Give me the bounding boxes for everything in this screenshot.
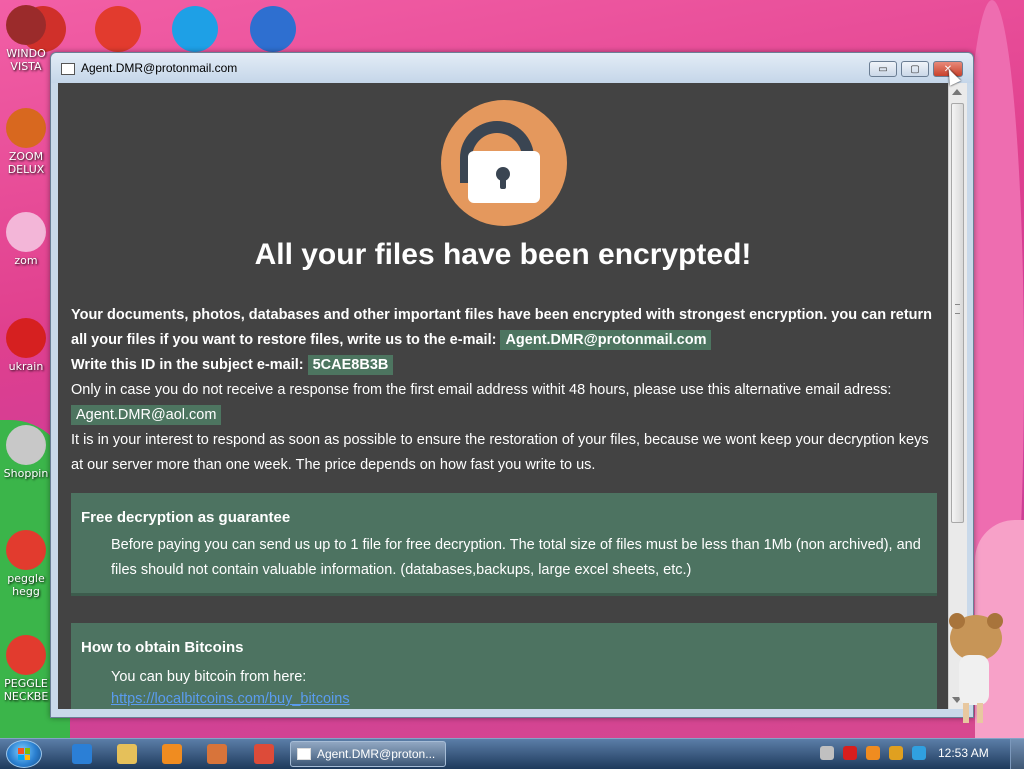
network-icon[interactable] [820,746,834,760]
desktop-icon-label: ukrain [8,360,44,373]
desktop-icon-label: zom [14,254,38,267]
desktop-icon-label: Shoppin [3,467,49,480]
hamster-body [959,655,989,705]
free-decryption-panel: Free decryption as guarantee Before payi… [71,493,937,596]
windows-orb-icon [6,5,46,45]
hamster-ear [987,613,1003,629]
display-tray-icon[interactable] [912,746,926,760]
desktop-icon[interactable]: ukrain [0,318,56,373]
window-icon [61,63,75,75]
peggle-icon [6,530,46,570]
desktop-icon[interactable]: Shoppin [0,425,56,480]
alt-email-text: Only in case you do not receive a respon… [71,382,892,398]
bitcoin-link[interactable]: https://localbitcoins.com/buy_bitcoins [111,691,350,707]
start-button[interactable] [6,740,42,768]
antivirus-icon[interactable] [843,746,857,760]
flash-icon [6,425,46,465]
taskbar: Agent.DMR@proton... 12:53 AM [0,738,1024,769]
browser-globe-icon[interactable] [250,6,296,52]
windows-logo-icon [18,748,30,760]
interest-paragraph: It is in your interest to respond as soo… [71,432,929,473]
desktop-icon[interactable]: ZOOM DELUX [0,108,56,176]
keyhole-stem-icon [500,177,506,189]
clock[interactable]: 12:53 AM [938,746,989,760]
radiation-icon [6,318,46,358]
show-desktop-button[interactable] [1010,739,1024,769]
chrome-icon[interactable] [254,744,274,764]
puzzle-app-icon[interactable] [207,744,227,764]
intro-paragraph: Your documents, photos, databases and ot… [71,303,933,378]
desktop-icon[interactable]: WINDO VISTA [0,5,56,73]
peggle-icon [6,635,46,675]
hamster-ear [949,613,965,629]
zuma-icon [6,108,46,148]
peggle-p-icon[interactable] [95,6,141,52]
grip-icon [955,304,960,314]
internet-explorer-icon[interactable] [72,744,92,764]
desktop-pet-character[interactable] [945,613,1003,725]
window-icon [297,748,311,760]
maximize-button[interactable]: ▢ [901,61,929,77]
skype-icon[interactable] [172,6,218,52]
hamster-leg [963,703,969,723]
panel-title: How to obtain Bitcoins [81,639,244,656]
bitcoin-panel: How to obtain Bitcoins You can buy bitco… [71,623,937,709]
alt-email[interactable]: Agent.DMR@aol.com [71,405,222,425]
desktop-icon[interactable]: peggle hegg [0,530,56,598]
window-titlebar[interactable]: Agent.DMR@protonmail.com ▭ ▢ ✕ [51,53,973,83]
ransom-note: All your files have been encrypted! Your… [58,83,948,709]
desktop-icon-label: WINDO VISTA [6,47,46,73]
desktop-icon-label: peggle hegg [7,572,45,598]
victim-id[interactable]: 5CAE8B3B [307,355,394,375]
desktop-icon-label: ZOOM DELUX [7,150,45,176]
media-player-icon[interactable] [162,744,182,764]
flower-icon [6,212,46,252]
panel-text: Before paying you can send us up to 1 fi… [111,537,921,578]
page-title: All your files have been encrypted! [254,238,752,271]
panel-text: You can buy bitcoin from here: [111,669,307,685]
desktop-icon-label: PEGGLE NECKBE [3,677,49,703]
minimize-button[interactable]: ▭ [869,61,897,77]
scroll-up-icon[interactable] [952,89,962,95]
taskbar-window-label: Agent.DMR@proton... [317,747,436,761]
scroll-thumb[interactable] [951,103,964,523]
folder-icon[interactable] [117,744,137,764]
desktop-icon[interactable]: zom [0,212,56,267]
search-tray-icon[interactable] [866,746,880,760]
app-tray-icon[interactable] [889,746,903,760]
taskbar-window-button[interactable]: Agent.DMR@proton... [290,741,446,767]
panel-title: Free decryption as guarantee [81,509,291,526]
desktop-icon[interactable]: PEGGLE NECKBE [0,635,56,703]
ransomware-window[interactable]: Agent.DMR@protonmail.com ▭ ▢ ✕ All your … [50,52,974,718]
id-label: Write this ID in the subject e-mail: [71,357,304,373]
window-title: Agent.DMR@protonmail.com [81,61,238,75]
primary-email[interactable]: Agent.DMR@protonmail.com [500,330,712,350]
alt-email-paragraph: Only in case you do not receive a respon… [71,378,933,428]
hamster-leg [977,703,983,723]
